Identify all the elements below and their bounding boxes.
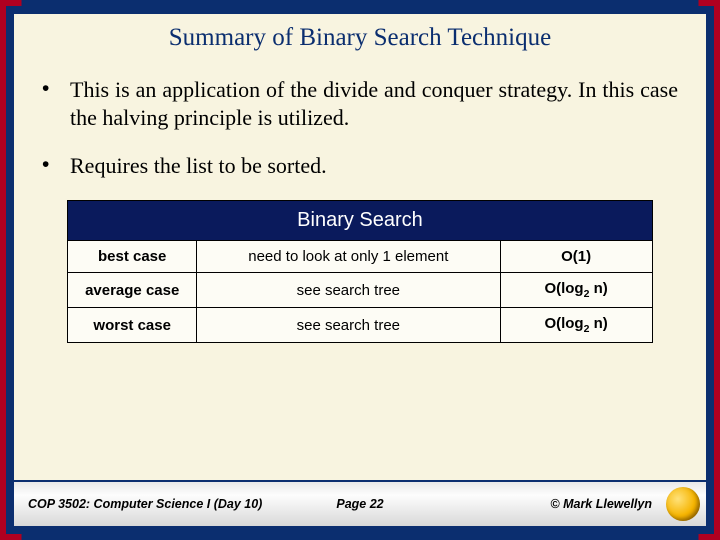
slide-footer: COP 3502: Computer Science I (Day 10) Pa… [14, 480, 706, 526]
footer-page: Page 22 [336, 497, 383, 511]
bullet-icon: • [42, 76, 70, 132]
bigo-cell: O(log2 n) [500, 308, 652, 343]
bullet-text: This is an application of the divide and… [70, 76, 678, 132]
complexity-table: Binary Search best case need to look at … [67, 200, 652, 343]
table-header-row: Binary Search [68, 201, 652, 241]
bigo-cell: O(log2 n) [500, 273, 652, 308]
case-cell: average case [68, 273, 197, 308]
slide-frame-outer: Summary of Binary Search Technique • Thi… [0, 0, 720, 540]
bullet-text: Requires the list to be sorted. [70, 152, 678, 180]
bullet-list: • This is an application of the divide a… [42, 76, 678, 180]
ucf-logo-icon [666, 487, 700, 521]
slide-body: Summary of Binary Search Technique • Thi… [12, 12, 708, 528]
case-cell: best case [68, 241, 197, 273]
table-row: best case need to look at only 1 element… [68, 241, 652, 273]
list-item: • This is an application of the divide a… [42, 76, 678, 132]
desc-cell: need to look at only 1 element [196, 241, 500, 273]
table-row: worst case see search tree O(log2 n) [68, 308, 652, 343]
footer-course: COP 3502: Computer Science I (Day 10) [28, 497, 262, 511]
slide-frame-mid: Summary of Binary Search Technique • Thi… [6, 6, 714, 534]
slide-title: Summary of Binary Search Technique [14, 14, 706, 56]
slide-content: • This is an application of the divide a… [14, 56, 706, 480]
table-header: Binary Search [68, 201, 652, 241]
case-cell: worst case [68, 308, 197, 343]
table-row: average case see search tree O(log2 n) [68, 273, 652, 308]
desc-cell: see search tree [196, 308, 500, 343]
bullet-icon: • [42, 152, 70, 180]
footer-author: © Mark Llewellyn [550, 497, 652, 511]
desc-cell: see search tree [196, 273, 500, 308]
list-item: • Requires the list to be sorted. [42, 152, 678, 180]
bigo-cell: O(1) [500, 241, 652, 273]
